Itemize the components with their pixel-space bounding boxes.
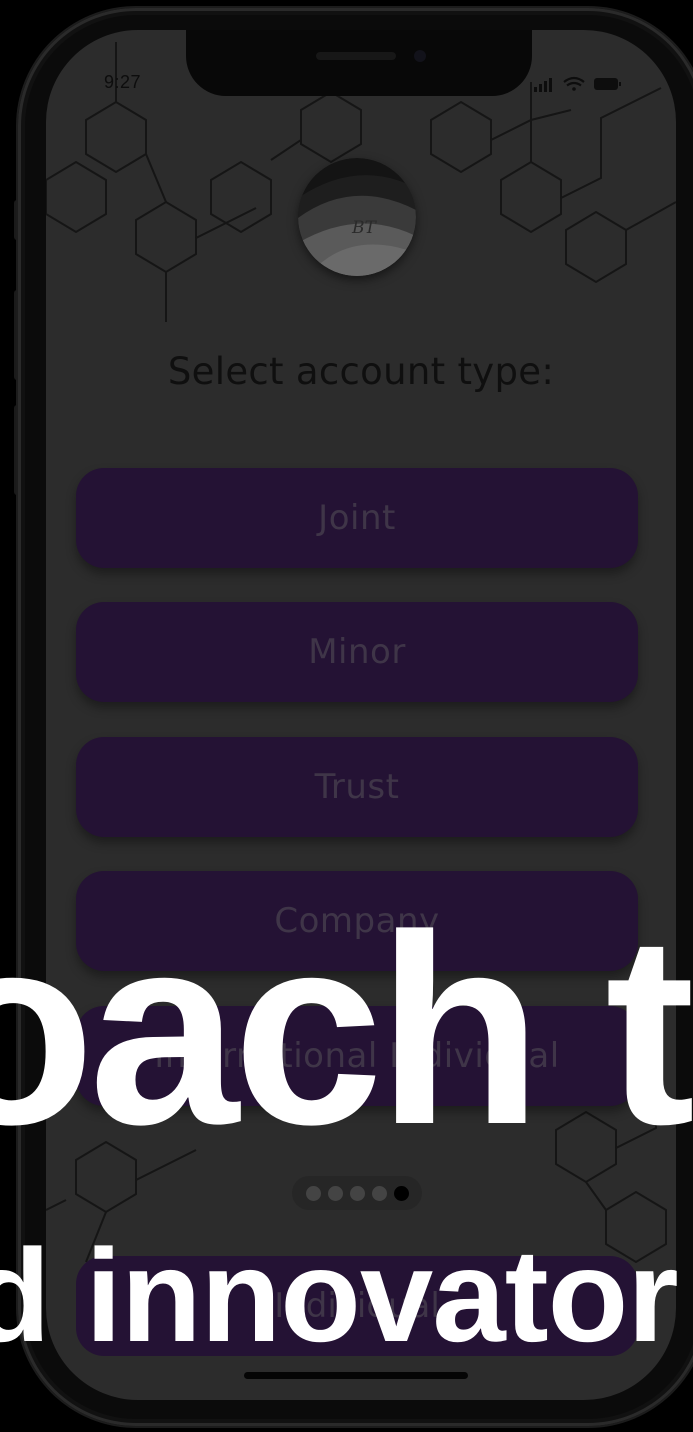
app-logo: BT: [298, 158, 416, 276]
status-bar-icons: [534, 76, 621, 92]
stage: 9:27 BT Select account type: Joint Minor…: [0, 0, 693, 1432]
page-dot[interactable]: [327, 1185, 343, 1201]
status-bar-time: 9:27: [104, 72, 142, 92]
minor-account-button[interactable]: Minor: [76, 602, 638, 702]
overlay-subheadline: d innovator: [0, 1222, 679, 1369]
battery-icon: [594, 78, 621, 90]
page-indicator[interactable]: [292, 1176, 422, 1210]
front-camera: [414, 50, 426, 62]
logo-globe-icon: [298, 158, 416, 276]
phone-screen: 9:27 BT Select account type: Joint Minor…: [46, 30, 676, 1400]
trust-account-button[interactable]: Trust: [76, 737, 638, 837]
page-dot[interactable]: [349, 1185, 365, 1201]
overlay-headline: oach t: [0, 880, 693, 1181]
page-dot-active[interactable]: [393, 1185, 409, 1201]
page-title: Select account type:: [167, 350, 555, 393]
logo-initials: BT: [352, 218, 376, 238]
wifi-icon: [563, 76, 585, 91]
notch: [186, 30, 532, 96]
speaker-grille: [316, 52, 396, 60]
page-dot[interactable]: [305, 1185, 321, 1201]
signal-icon: [534, 78, 552, 92]
home-indicator[interactable]: [244, 1372, 468, 1379]
page-dot[interactable]: [371, 1185, 387, 1201]
joint-account-button[interactable]: Joint: [76, 468, 638, 568]
